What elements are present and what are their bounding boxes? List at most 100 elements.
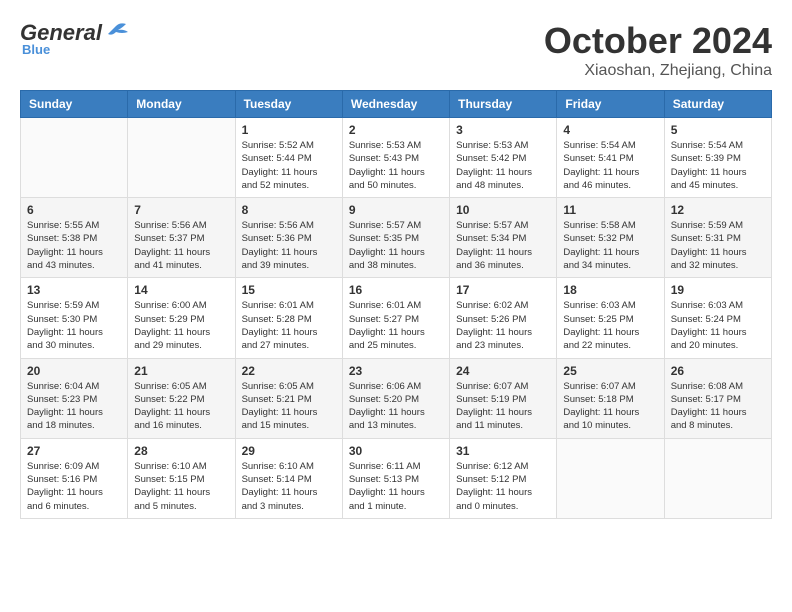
table-row: 19 Sunrise: 6:03 AM Sunset: 5:24 PM Dayli… (664, 278, 771, 358)
title-section: October 2024 Xiaoshan, Zhejiang, China (544, 20, 772, 80)
day-info: Sunrise: 5:54 AM Sunset: 5:39 PM Dayligh… (671, 139, 765, 192)
day-number: 6 (27, 203, 121, 217)
day-number: 29 (242, 444, 336, 458)
day-number: 3 (456, 123, 550, 137)
location: Xiaoshan, Zhejiang, China (544, 62, 772, 80)
day-number: 30 (349, 444, 443, 458)
table-row: 21 Sunrise: 6:05 AM Sunset: 5:22 PM Dayli… (128, 358, 235, 438)
table-row: 28 Sunrise: 6:10 AM Sunset: 5:15 PM Dayli… (128, 438, 235, 518)
table-row: 18 Sunrise: 6:03 AM Sunset: 5:25 PM Dayli… (557, 278, 664, 358)
day-number: 24 (456, 364, 550, 378)
day-number: 8 (242, 203, 336, 217)
table-row: 9 Sunrise: 5:57 AM Sunset: 5:35 PM Daylig… (342, 198, 449, 278)
table-row: 27Sunrise: 6:09 AM Sunset: 5:16 PM Dayli… (21, 438, 128, 518)
table-row: 26Sunrise: 6:08 AM Sunset: 5:17 PM Dayli… (664, 358, 771, 438)
table-row: 17 Sunrise: 6:02 AM Sunset: 5:26 PM Dayli… (450, 278, 557, 358)
logo-blue-text: Blue (20, 42, 50, 57)
table-row: 3 Sunrise: 5:53 AM Sunset: 5:42 PM Daylig… (450, 118, 557, 198)
col-tuesday: Tuesday (235, 91, 342, 118)
day-number: 7 (134, 203, 228, 217)
day-number: 11 (563, 203, 657, 217)
day-info: Sunrise: 5:54 AM Sunset: 5:41 PM Dayligh… (563, 139, 657, 192)
table-row: 4 Sunrise: 5:54 AM Sunset: 5:41 PM Daylig… (557, 118, 664, 198)
day-number: 5 (671, 123, 765, 137)
logo: General Blue (20, 20, 130, 57)
day-info: Sunrise: 6:01 AM Sunset: 5:27 PM Dayligh… (349, 299, 443, 352)
day-number: 2 (349, 123, 443, 137)
table-row: 29 Sunrise: 6:10 AM Sunset: 5:14 PM Dayli… (235, 438, 342, 518)
col-friday: Friday (557, 91, 664, 118)
table-row: 14 Sunrise: 6:00 AM Sunset: 5:29 PM Dayli… (128, 278, 235, 358)
day-number: 21 (134, 364, 228, 378)
table-row: 15Sunrise: 6:01 AM Sunset: 5:28 PM Dayli… (235, 278, 342, 358)
table-row (128, 118, 235, 198)
day-info: Sunrise: 5:56 AM Sunset: 5:37 PM Dayligh… (134, 219, 228, 272)
calendar-header-row: Sunday Monday Tuesday Wednesday Thursday… (21, 91, 772, 118)
table-row: 6Sunrise: 5:55 AM Sunset: 5:38 PM Daylig… (21, 198, 128, 278)
calendar-week-row: 20Sunrise: 6:04 AM Sunset: 5:23 PM Dayli… (21, 358, 772, 438)
col-thursday: Thursday (450, 91, 557, 118)
day-number: 16 (349, 283, 443, 297)
col-wednesday: Wednesday (342, 91, 449, 118)
day-info: Sunrise: 6:00 AM Sunset: 5:29 PM Dayligh… (134, 299, 228, 352)
day-info: Sunrise: 6:10 AM Sunset: 5:14 PM Dayligh… (242, 460, 336, 513)
day-number: 17 (456, 283, 550, 297)
table-row: 12Sunrise: 5:59 AM Sunset: 5:31 PM Dayli… (664, 198, 771, 278)
day-info: Sunrise: 6:08 AM Sunset: 5:17 PM Dayligh… (671, 380, 765, 433)
month-title: October 2024 (544, 20, 772, 62)
day-info: Sunrise: 5:57 AM Sunset: 5:35 PM Dayligh… (349, 219, 443, 272)
day-info: Sunrise: 6:11 AM Sunset: 5:13 PM Dayligh… (349, 460, 443, 513)
table-row: 22 Sunrise: 6:05 AM Sunset: 5:21 PM Dayli… (235, 358, 342, 438)
col-sunday: Sunday (21, 91, 128, 118)
col-saturday: Saturday (664, 91, 771, 118)
calendar-week-row: 6Sunrise: 5:55 AM Sunset: 5:38 PM Daylig… (21, 198, 772, 278)
day-info: Sunrise: 6:02 AM Sunset: 5:26 PM Dayligh… (456, 299, 550, 352)
table-row: 20Sunrise: 6:04 AM Sunset: 5:23 PM Dayli… (21, 358, 128, 438)
calendar-table: Sunday Monday Tuesday Wednesday Thursday… (20, 90, 772, 519)
table-row: 13Sunrise: 5:59 AM Sunset: 5:30 PM Dayli… (21, 278, 128, 358)
day-number: 28 (134, 444, 228, 458)
day-info: Sunrise: 6:03 AM Sunset: 5:24 PM Dayligh… (671, 299, 765, 352)
day-info: Sunrise: 6:01 AM Sunset: 5:28 PM Dayligh… (242, 299, 336, 352)
day-number: 22 (242, 364, 336, 378)
day-number: 10 (456, 203, 550, 217)
calendar-week-row: 13Sunrise: 5:59 AM Sunset: 5:30 PM Dayli… (21, 278, 772, 358)
table-row: 1Sunrise: 5:52 AM Sunset: 5:44 PM Daylig… (235, 118, 342, 198)
day-number: 23 (349, 364, 443, 378)
page-header: General Blue October 2024 Xiaoshan, Zhej… (20, 20, 772, 80)
table-row: 5 Sunrise: 5:54 AM Sunset: 5:39 PM Daylig… (664, 118, 771, 198)
col-monday: Monday (128, 91, 235, 118)
day-number: 18 (563, 283, 657, 297)
day-info: Sunrise: 6:09 AM Sunset: 5:16 PM Dayligh… (27, 460, 121, 513)
table-row: 30 Sunrise: 6:11 AM Sunset: 5:13 PM Dayli… (342, 438, 449, 518)
day-number: 19 (671, 283, 765, 297)
table-row (664, 438, 771, 518)
logo-bird-icon (102, 22, 130, 44)
day-info: Sunrise: 5:59 AM Sunset: 5:30 PM Dayligh… (27, 299, 121, 352)
table-row: 25 Sunrise: 6:07 AM Sunset: 5:18 PM Dayli… (557, 358, 664, 438)
table-row: 7 Sunrise: 5:56 AM Sunset: 5:37 PM Daylig… (128, 198, 235, 278)
table-row: 31Sunrise: 6:12 AM Sunset: 5:12 PM Dayli… (450, 438, 557, 518)
table-row: 23Sunrise: 6:06 AM Sunset: 5:20 PM Dayli… (342, 358, 449, 438)
table-row: 11 Sunrise: 5:58 AM Sunset: 5:32 PM Dayli… (557, 198, 664, 278)
day-info: Sunrise: 6:03 AM Sunset: 5:25 PM Dayligh… (563, 299, 657, 352)
table-row: 24 Sunrise: 6:07 AM Sunset: 5:19 PM Dayli… (450, 358, 557, 438)
day-info: Sunrise: 5:53 AM Sunset: 5:42 PM Dayligh… (456, 139, 550, 192)
day-info: Sunrise: 6:07 AM Sunset: 5:19 PM Dayligh… (456, 380, 550, 433)
table-row: 10Sunrise: 5:57 AM Sunset: 5:34 PM Dayli… (450, 198, 557, 278)
day-number: 20 (27, 364, 121, 378)
table-row: 16 Sunrise: 6:01 AM Sunset: 5:27 PM Dayli… (342, 278, 449, 358)
day-number: 25 (563, 364, 657, 378)
day-number: 9 (349, 203, 443, 217)
day-number: 12 (671, 203, 765, 217)
day-info: Sunrise: 6:05 AM Sunset: 5:22 PM Dayligh… (134, 380, 228, 433)
table-row: 2 Sunrise: 5:53 AM Sunset: 5:43 PM Daylig… (342, 118, 449, 198)
day-number: 4 (563, 123, 657, 137)
day-info: Sunrise: 6:10 AM Sunset: 5:15 PM Dayligh… (134, 460, 228, 513)
day-info: Sunrise: 6:05 AM Sunset: 5:21 PM Dayligh… (242, 380, 336, 433)
day-info: Sunrise: 5:53 AM Sunset: 5:43 PM Dayligh… (349, 139, 443, 192)
day-info: Sunrise: 5:58 AM Sunset: 5:32 PM Dayligh… (563, 219, 657, 272)
day-info: Sunrise: 6:07 AM Sunset: 5:18 PM Dayligh… (563, 380, 657, 433)
day-number: 14 (134, 283, 228, 297)
day-number: 1 (242, 123, 336, 137)
